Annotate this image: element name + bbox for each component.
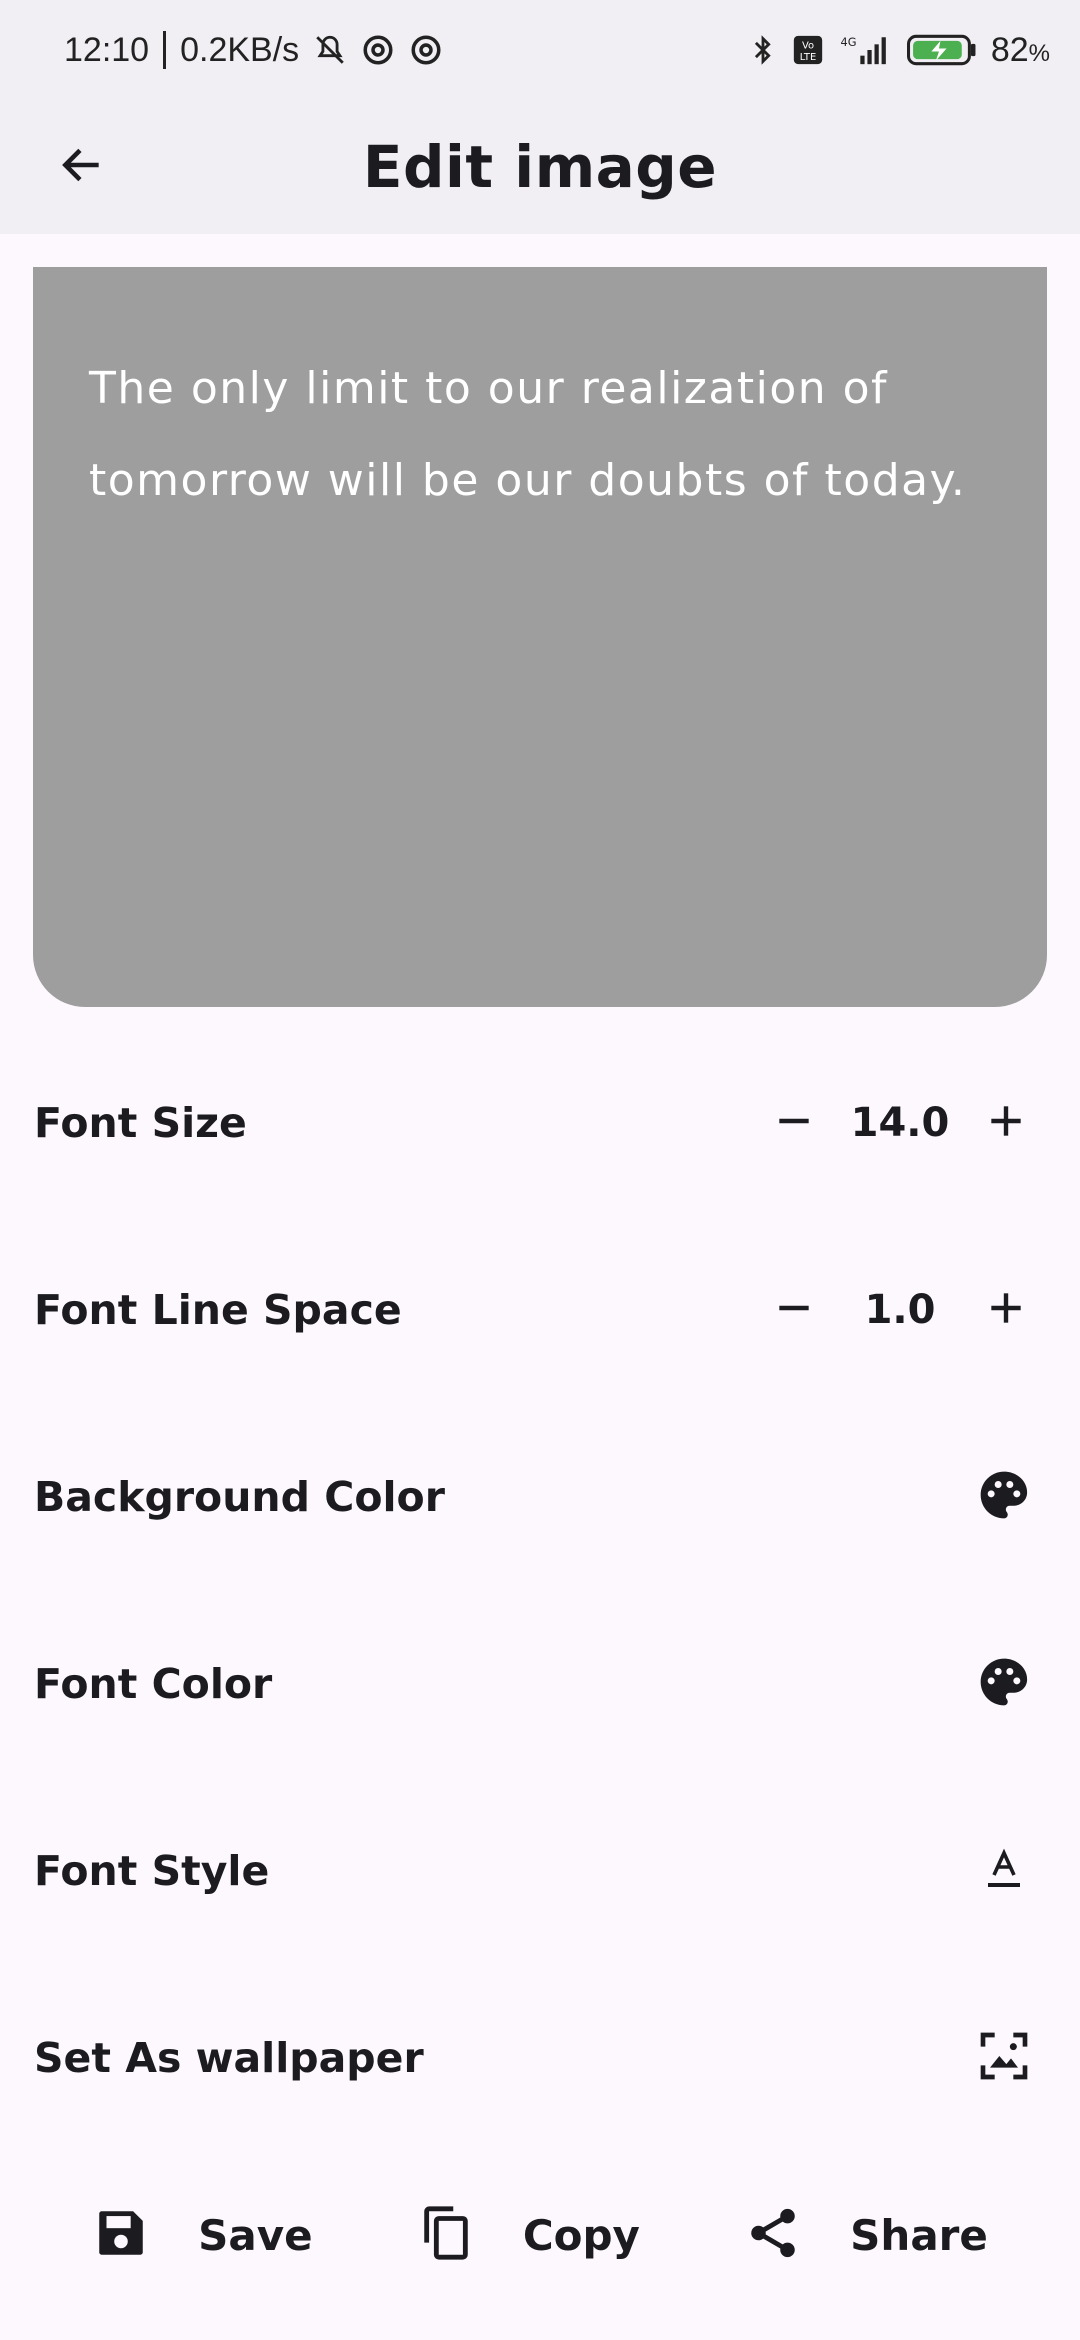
back-button[interactable] [40,125,124,209]
app-bar: Edit image [0,100,1080,234]
sync-icon-2 [409,33,443,67]
status-left: 12:10 0.2KB/s [64,31,443,70]
font-size-value: 14.0 [850,1100,950,1146]
font-color-label: Font Color [34,1660,273,1708]
save-label: Save [198,2210,313,2260]
minus-icon [772,1286,816,1335]
page-title: Edit image [362,133,718,201]
wallpaper-icon [976,2028,1032,2089]
background-color-label: Background Color [34,1473,445,1521]
status-divider [163,31,167,69]
svg-text:LTE: LTE [800,52,816,63]
plus-icon [984,1286,1028,1335]
font-size-row: Font Size 14.0 [0,1063,1080,1183]
wallpaper-button[interactable] [962,2016,1046,2100]
minus-icon [772,1099,816,1148]
action-bar: Save Copy Share [0,2180,1080,2290]
font-style-label: Font Style [34,1847,270,1895]
status-right: Vo LTE 4G 82% [749,31,1050,70]
status-time: 12:10 [64,30,150,69]
status-bar: 12:10 0.2KB/s Vo LTE 4G 82% [0,0,1080,100]
share-icon [744,2204,802,2267]
battery-icon [906,33,977,67]
font-size-label: Font Size [34,1099,247,1147]
font-style-button[interactable] [962,1829,1046,1913]
font-size-stepper: 14.0 [754,1083,1046,1163]
line-space-decrease-button[interactable] [754,1270,834,1350]
font-size-increase-button[interactable] [966,1083,1046,1163]
line-space-label: Font Line Space [34,1286,402,1334]
sync-icon [361,33,395,67]
share-label: Share [850,2210,988,2260]
bluetooth-icon [749,33,777,67]
background-color-button[interactable] [962,1455,1046,1539]
font-color-row[interactable]: Font Color [0,1624,1080,1744]
svg-text:4G: 4G [840,35,856,49]
copy-button[interactable]: Copy [417,2204,640,2267]
font-style-icon [980,1845,1028,1898]
arrow-back-icon [57,140,107,195]
line-space-increase-button[interactable] [966,1270,1046,1350]
signal-icon: 4G [839,33,893,67]
battery-percent: 82% [990,30,1050,69]
palette-icon [976,1654,1032,1715]
palette-icon [976,1467,1032,1528]
bell-off-icon [313,33,347,67]
font-color-button[interactable] [962,1642,1046,1726]
font-style-row[interactable]: Font Style [0,1811,1080,1931]
quote-text: The only limit to our realization of tom… [89,363,967,506]
volte-icon: Vo LTE [791,33,825,67]
plus-icon [984,1099,1028,1148]
line-space-row: Font Line Space 1.0 [0,1250,1080,1370]
line-space-value: 1.0 [864,1287,936,1333]
share-button[interactable]: Share [744,2204,988,2267]
copy-label: Copy [522,2210,640,2260]
copy-icon [417,2204,475,2267]
quote-preview: The only limit to our realization of tom… [33,267,1047,1007]
font-size-decrease-button[interactable] [754,1083,834,1163]
status-net-speed: 0.2KB/s [180,30,300,69]
line-space-stepper: 1.0 [754,1270,1046,1350]
background-color-row[interactable]: Background Color [0,1437,1080,1557]
save-button[interactable]: Save [92,2204,313,2267]
wallpaper-label: Set As wallpaper [34,2034,424,2082]
save-icon [92,2204,150,2267]
wallpaper-row[interactable]: Set As wallpaper [0,1998,1080,2118]
svg-text:Vo: Vo [802,41,814,52]
